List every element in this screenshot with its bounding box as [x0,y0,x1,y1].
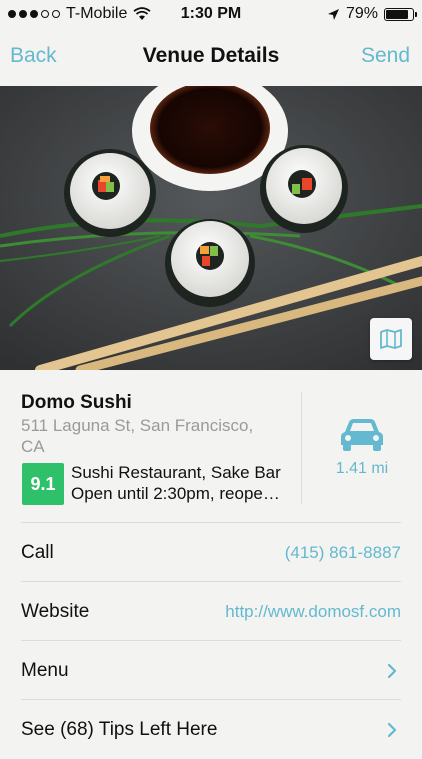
venue-category: Sushi Restaurant, Sake Bar [71,463,281,482]
venue-address: 511 Laguna St, San Francisco, CA [21,416,254,456]
tips-row[interactable]: See (68) Tips Left Here [21,699,401,759]
sushi-photo-illustration [0,86,422,370]
venue-hours: Open until 2:30pm, reopens… [71,484,286,503]
battery-percent: 79% [345,5,378,22]
website-link[interactable]: http://www.domosf.com [225,602,401,622]
car-icon[interactable] [340,418,384,452]
call-row[interactable]: Call (415) 861-8887 [21,522,401,582]
battery-icon [384,7,417,21]
website-label: Website [21,601,90,622]
menu-row[interactable]: Menu [21,640,401,700]
status-right: 79% [327,5,417,23]
venue-distance[interactable]: 1.41 mi [302,460,422,478]
call-label: Call [21,542,54,563]
phone-number[interactable]: (415) 861-8887 [285,543,401,563]
page-title: Venue Details [142,44,280,67]
chevron-right-icon [387,722,397,738]
menu-label: Menu [21,660,69,681]
chevron-right-icon [387,663,397,679]
status-bar: T-Mobile 1:30 PM 79% [0,0,422,30]
venue-info: Domo Sushi 511 Laguna St, San Francisco,… [0,370,422,522]
send-button[interactable]: Send [361,44,410,68]
map-icon [380,329,402,349]
location-arrow-icon [327,8,339,20]
venue-photo[interactable] [0,86,422,370]
website-row[interactable]: Website http://www.domosf.com [21,581,401,641]
divider [301,392,302,504]
map-button[interactable] [370,318,412,360]
tips-label: See (68) Tips Left Here [21,719,218,740]
venue-score-badge: 9.1 [22,463,64,505]
navigation-bar: Back Venue Details Send [0,30,422,86]
venue-name: Domo Sushi [21,392,132,413]
